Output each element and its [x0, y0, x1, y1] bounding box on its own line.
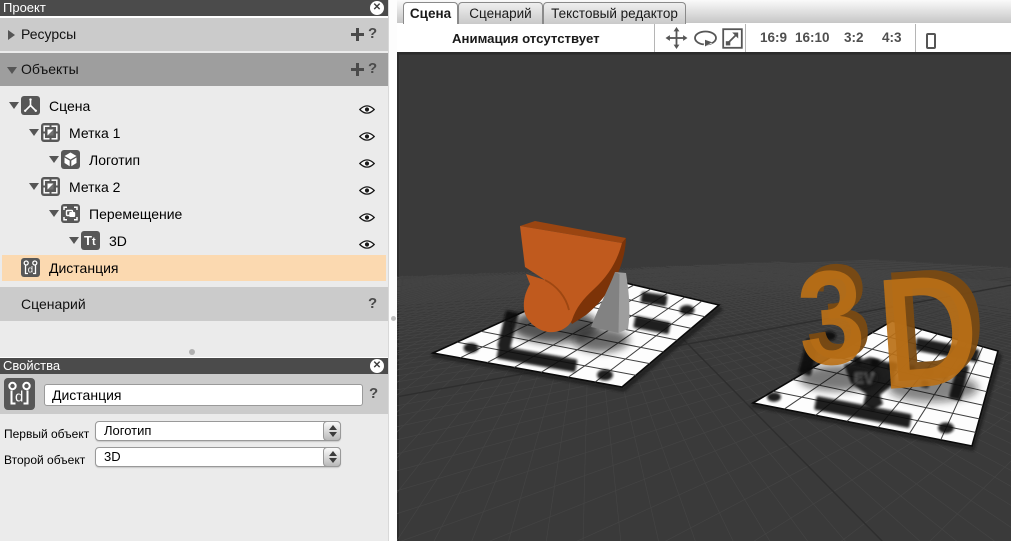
svg-text:t: t — [92, 236, 96, 248]
svg-text:d: d — [15, 389, 23, 406]
svg-text:T: T — [84, 233, 92, 248]
svg-text:D: D — [872, 241, 984, 424]
svg-text:d: d — [28, 265, 33, 276]
svg-text:3: 3 — [793, 242, 869, 395]
